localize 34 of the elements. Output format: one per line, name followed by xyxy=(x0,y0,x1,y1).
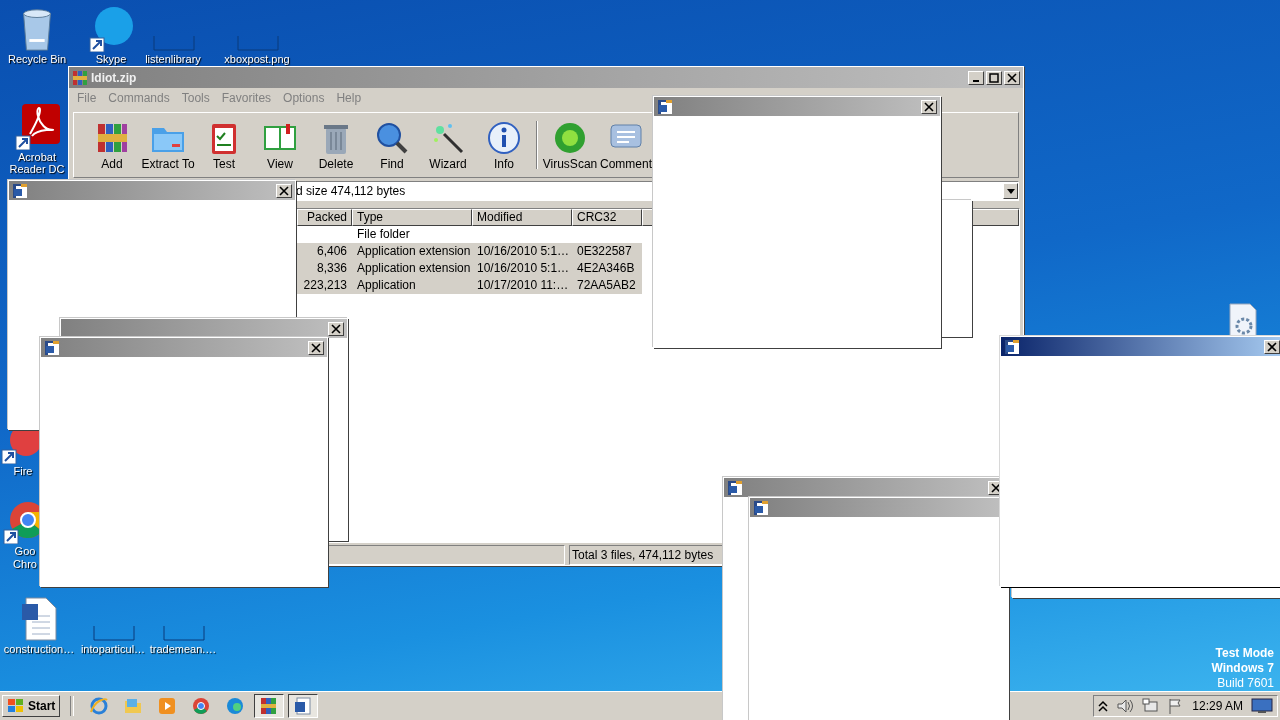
desktop-icon-label[interactable]: Acrobat Reader DC xyxy=(5,151,69,175)
desktop-icon-label[interactable]: Goo Chro xyxy=(10,545,40,571)
desktop-icon-label[interactable]: Fire xyxy=(13,465,33,478)
desktop-icon-label[interactable]: Skype xyxy=(95,53,127,66)
toolbar-button[interactable]: VirusScan xyxy=(542,116,598,174)
toolbar-button[interactable]: Comment xyxy=(598,116,654,174)
desktop-icon-label[interactable]: construction… xyxy=(3,643,75,656)
toolbar-button[interactable]: Wizard xyxy=(420,116,476,174)
os-notice-text: Build 7601 xyxy=(1217,676,1274,691)
start-button[interactable]: Start xyxy=(2,695,61,717)
toolbar-button[interactable]: Extract To xyxy=(140,116,196,174)
os-notice-text: Test Mode xyxy=(1215,646,1274,661)
desktop-icon-label[interactable]: listenlibrary xyxy=(145,53,201,66)
toolbar-button[interactable]: Info xyxy=(476,116,532,174)
file-row[interactable]: 223,213 Application 10/17/2010 11:… 72AA5AB2 xyxy=(297,277,642,294)
window-title: Idiot.zip xyxy=(91,70,138,85)
column-header[interactable]: Packed xyxy=(297,209,352,226)
toolbar-button[interactable]: Test xyxy=(196,116,252,174)
toolbar-button[interactable]: Find xyxy=(364,116,420,174)
file-row[interactable]: 8,336 Application extension 10/16/2010 5:1… 4E2A346B xyxy=(297,260,642,277)
desktop-icon-label[interactable]: xboxpost.png xyxy=(224,53,290,66)
column-header[interactable]: Type xyxy=(352,209,472,226)
file-row[interactable]: File folder xyxy=(297,226,642,243)
desktop-icon-label[interactable]: intoparticul… xyxy=(80,643,146,656)
file-row[interactable]: 6,406 Application extension 10/16/2010 5:1… 0E322587 xyxy=(297,243,642,260)
os-notice-text: Windows 7 xyxy=(1211,661,1274,676)
toolbar-button[interactable]: View xyxy=(252,116,308,174)
column-header[interactable]: Modified xyxy=(472,209,572,226)
clock[interactable]: 12:29 AM xyxy=(1192,699,1243,713)
toolbar-button[interactable]: Delete xyxy=(308,116,364,174)
column-header[interactable]: CRC32 xyxy=(572,209,642,226)
desktop-icon-label[interactable]: Recycle Bin xyxy=(7,53,67,66)
desktop-icon-label[interactable]: trademean.… xyxy=(149,643,217,656)
toolbar-button[interactable]: Add xyxy=(84,116,140,174)
